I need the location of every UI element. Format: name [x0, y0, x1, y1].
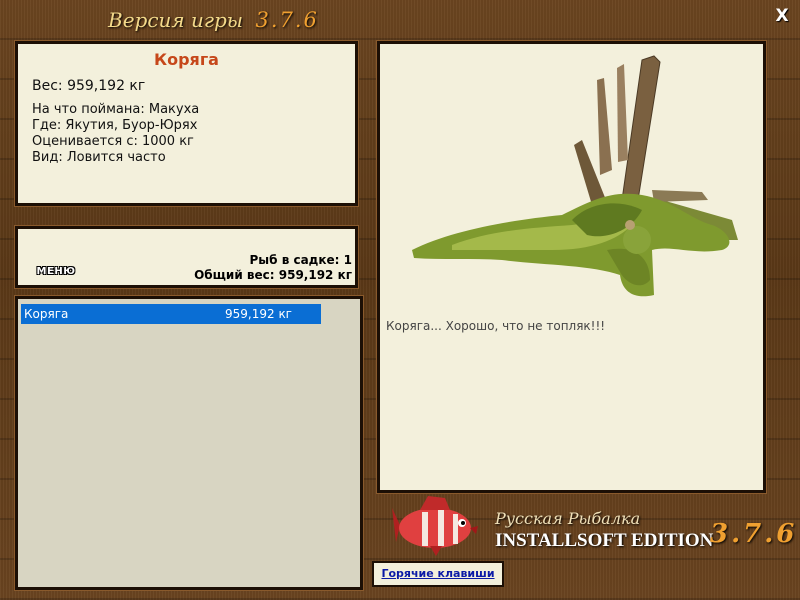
- keepnet-stats: Рыб в садке: 1 Общий вес: 959,192 кг: [194, 253, 352, 283]
- snag-image: [412, 55, 738, 297]
- catch-item-weight: 959,192 кг: [225, 307, 292, 321]
- version-label: Версия игры: [108, 8, 244, 32]
- branding: Русская Рыбалка INSTALLSOFT EDITION 3.7.…: [495, 509, 795, 559]
- fish-info-panel: Коряга Вес: 959,192 кг На что поймана: М…: [15, 41, 358, 206]
- version-title: Версия игры 3.7.6: [108, 8, 319, 38]
- hotkeys-link[interactable]: Горячие клавиши: [372, 561, 504, 587]
- keepnet-count: Рыб в садке: 1: [249, 253, 353, 267]
- catch-item-name: Коряга: [24, 307, 69, 321]
- snag-caption: Коряга... Хорошо, что не топляк!!!: [386, 319, 606, 333]
- fish-value: Оценивается с: 1000 кг: [32, 134, 194, 149]
- catch-list-panel: Коряга 959,192 кг: [15, 296, 363, 590]
- keepnet-panel: МЕНЮ Рыб в садке: 1 Общий вес: 959,192 к…: [15, 226, 358, 288]
- menu-button[interactable]: МЕНЮ: [35, 266, 77, 280]
- fish-logo-icon: [392, 496, 478, 556]
- catch-list-item[interactable]: Коряга 959,192 кг: [21, 304, 321, 324]
- fish-frequency: Вид: Ловится часто: [32, 150, 166, 165]
- brand-version: 3.7.6: [710, 519, 798, 549]
- fish-bait: На что поймана: Макуха: [32, 102, 200, 117]
- keepnet-weight: Общий вес: 959,192 кг: [194, 268, 352, 282]
- close-button[interactable]: X: [772, 6, 792, 26]
- fish-weight: Вес: 959,192 кг: [32, 78, 146, 94]
- fish-location: Где: Якутия, Буор-Юрях: [32, 118, 198, 133]
- version-number: 3.7.6: [255, 8, 319, 32]
- fish-name: Коряга: [154, 50, 219, 69]
- fish-image-panel: Коряга... Хорошо, что не топляк!!!: [377, 41, 766, 493]
